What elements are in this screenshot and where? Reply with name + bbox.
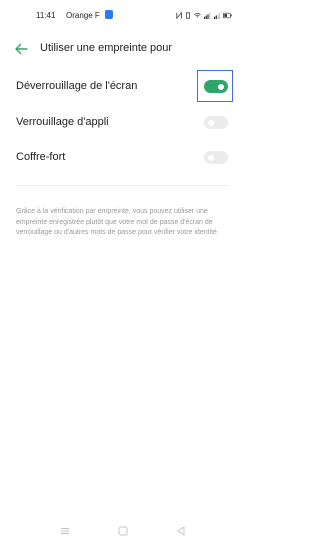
status-bar: 11:41 Orange F [0, 0, 245, 30]
nfc-icon [176, 11, 182, 19]
triangle-back-icon [177, 526, 185, 536]
toggle-knob [208, 119, 214, 126]
setting-row-screen-unlock[interactable]: Déverrouillage de l'écran [0, 72, 245, 102]
app-lock-toggle[interactable] [204, 116, 228, 129]
vault-toggle[interactable] [204, 151, 228, 164]
wifi-icon [194, 12, 202, 17]
navigation-bar [0, 518, 245, 546]
home-nav-button[interactable] [116, 524, 130, 538]
setting-label: Déverrouillage de l'écran [16, 80, 138, 92]
setting-row-vault[interactable]: Coffre-fort [0, 143, 245, 173]
status-time: 11:41 [36, 11, 56, 20]
screen: 11:41 Orange F Utiliser une empreinte po… [0, 0, 245, 546]
setting-label: Verrouillage d'appli [16, 116, 109, 128]
menu-nav-button[interactable] [58, 524, 72, 538]
page-title: Utiliser une empreinte pour [40, 42, 173, 54]
divider [16, 185, 229, 186]
home-square-icon [118, 526, 128, 536]
setting-row-app-lock[interactable]: Verrouillage d'appli [0, 108, 245, 138]
battery-icon [222, 12, 232, 18]
menu-icon [61, 528, 69, 534]
back-nav-button[interactable] [174, 524, 188, 538]
status-carrier: Orange F [66, 11, 100, 20]
description-text: Grâce à la vérification par empreinte, v… [16, 208, 219, 236]
vibrate-icon [186, 11, 191, 19]
setting-label: Coffre-fort [16, 151, 66, 163]
toggle-knob [218, 83, 224, 90]
toggle-knob [208, 154, 214, 161]
arrow-left-icon [15, 43, 28, 55]
notification-app-icon [105, 10, 113, 19]
status-icons [176, 9, 232, 21]
signal-icon [204, 12, 211, 19]
signal-2-icon [213, 12, 220, 19]
screen-unlock-toggle[interactable] [204, 80, 228, 93]
back-button[interactable] [12, 40, 30, 58]
header: Utiliser une empreinte pour [0, 36, 245, 62]
